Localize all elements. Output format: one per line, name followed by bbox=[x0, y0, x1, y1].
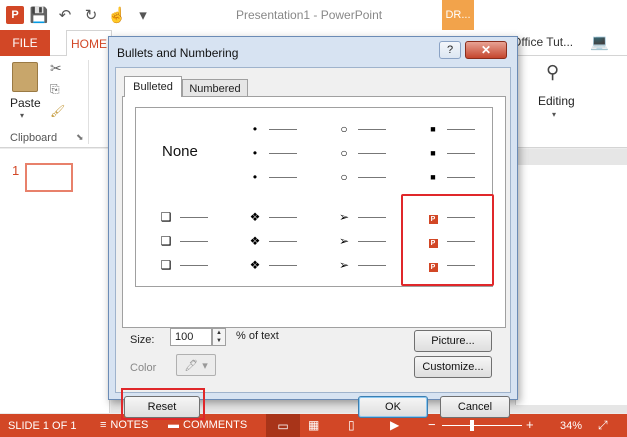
drawing-tools-context-tab[interactable]: DR... bbox=[442, 0, 474, 30]
redo-icon[interactable]: ↻ bbox=[80, 4, 102, 26]
dot-bullet-icon: • bbox=[252, 170, 258, 184]
paint-bucket-icon: 🖊 bbox=[184, 359, 199, 372]
paste-dropdown-icon[interactable]: ▾ bbox=[20, 111, 24, 120]
filled-square-bullet-icon: ■ bbox=[430, 172, 436, 182]
filled-square-bullet-icon: ■ bbox=[430, 124, 436, 134]
normal-view-icon[interactable]: ▭ bbox=[266, 414, 300, 437]
bullet-style-hollow-square[interactable]: ❑ ❑ ❑ bbox=[136, 198, 225, 287]
none-label: None bbox=[162, 143, 198, 160]
office-tutorials-account[interactable]: Office Tut... bbox=[512, 35, 573, 49]
hollow-square-bullet-icon: ❑ bbox=[160, 234, 172, 248]
copy-icon[interactable]: ⎘ bbox=[50, 82, 60, 97]
bullet-style-gallery: None • • • ○ ○ ○ ■ ■ ■ ❑ ❑ ❑ ❖ ❖ ❖ ➢ ➢ ➢… bbox=[135, 107, 494, 287]
bullet-style-dot[interactable]: • • • bbox=[225, 108, 314, 197]
zoom-in-button[interactable]: + bbox=[526, 417, 534, 432]
editing-dropdown-icon[interactable]: ▾ bbox=[552, 110, 556, 119]
paste-icon[interactable] bbox=[12, 62, 38, 92]
slide-sorter-icon[interactable]: ▦ bbox=[308, 418, 319, 432]
editing-button[interactable]: Editing bbox=[538, 94, 575, 108]
quick-access-toolbar: P 💾 ↶ ↻ ☝ ▾ bbox=[6, 4, 154, 26]
hollow-square-bullet-icon: ❑ bbox=[160, 210, 172, 224]
reading-view-icon[interactable]: ▯ bbox=[348, 418, 355, 432]
picture-button[interactable]: Picture... bbox=[414, 330, 492, 352]
cancel-button[interactable]: Cancel bbox=[440, 396, 510, 418]
save-icon[interactable]: 💾 bbox=[28, 4, 50, 26]
slide-number: 1 bbox=[12, 163, 20, 178]
notes-label: NOTES bbox=[110, 419, 149, 431]
status-bar: SLIDE 1 OF 1 ≡ NOTES ▬ COMMENTS ▭ ▦ ▯ ▶ … bbox=[0, 414, 627, 437]
hollow-circle-bullet-icon: ○ bbox=[340, 170, 348, 184]
comments-label: COMMENTS bbox=[183, 419, 248, 431]
chevron-down-icon: ▾ bbox=[202, 359, 208, 372]
hollow-circle-bullet-icon: ○ bbox=[340, 146, 348, 160]
bulleted-tab-panel: None • • • ○ ○ ○ ■ ■ ■ ❑ ❑ ❑ ❖ ❖ ❖ ➢ ➢ ➢… bbox=[122, 96, 506, 328]
arrowhead-bullet-icon: ➢ bbox=[338, 234, 350, 248]
tab-home[interactable]: HOME bbox=[66, 30, 112, 57]
account-icon[interactable]: 💻 bbox=[590, 33, 609, 51]
selected-style-highlight bbox=[401, 194, 494, 286]
spin-down-icon[interactable]: ▼ bbox=[213, 337, 225, 345]
zoom-slider[interactable] bbox=[442, 425, 522, 426]
zoom-out-button[interactable]: − bbox=[428, 417, 436, 432]
size-label: Size: bbox=[130, 334, 155, 346]
color-label: Color bbox=[130, 362, 157, 374]
notes-icon: ≡ bbox=[100, 419, 107, 431]
bullet-style-circle[interactable]: ○ ○ ○ bbox=[314, 108, 403, 197]
cut-icon[interactable]: ✂ bbox=[50, 60, 62, 77]
spin-up-icon[interactable]: ▲ bbox=[213, 329, 225, 337]
slide-thumbnail-pane: 1 bbox=[0, 149, 110, 413]
dot-bullet-icon: • bbox=[252, 146, 258, 160]
zoom-slider-thumb[interactable] bbox=[470, 420, 474, 431]
clipboard-group-label: Clipboard bbox=[10, 132, 58, 144]
powerpoint-logo-icon: P bbox=[6, 6, 24, 24]
size-input[interactable]: 100 bbox=[170, 328, 212, 346]
tab-numbered[interactable]: Numbered bbox=[182, 79, 248, 97]
tab-bulleted[interactable]: Bulleted bbox=[124, 76, 182, 97]
ribbon-divider bbox=[88, 60, 89, 144]
color-picker-button[interactable]: 🖊 ▾ bbox=[176, 354, 216, 376]
touch-mode-icon[interactable]: ☝ bbox=[106, 4, 128, 26]
slide-thumbnail[interactable] bbox=[25, 163, 73, 192]
dialog-title: Bullets and Numbering bbox=[117, 46, 239, 60]
close-button[interactable]: ✕ bbox=[465, 41, 507, 59]
title-bar: P 💾 ↶ ↻ ☝ ▾ Presentation1 - PowerPoint D… bbox=[0, 0, 627, 30]
comments-button[interactable]: ▬ COMMENTS bbox=[168, 419, 247, 431]
undo-icon[interactable]: ↶ bbox=[54, 4, 76, 26]
customize-button[interactable]: Customize... bbox=[414, 356, 492, 378]
filled-square-bullet-icon: ■ bbox=[430, 148, 436, 158]
four-diamond-bullet-icon: ❖ bbox=[249, 234, 261, 248]
ok-button[interactable]: OK bbox=[358, 396, 428, 418]
hollow-circle-bullet-icon: ○ bbox=[340, 122, 348, 136]
bullet-style-none[interactable]: None bbox=[136, 108, 225, 197]
customize-qat-icon[interactable]: ▾ bbox=[132, 4, 154, 26]
bullet-style-square[interactable]: ■ ■ ■ bbox=[403, 108, 492, 197]
format-painter-icon[interactable]: 🖌 bbox=[50, 104, 65, 118]
zoom-level[interactable]: 34% bbox=[560, 420, 582, 432]
binoculars-icon[interactable]: ⚲ bbox=[546, 62, 559, 83]
window-title: Presentation1 - PowerPoint bbox=[236, 8, 383, 22]
slide-show-icon[interactable]: ▶ bbox=[390, 418, 399, 432]
bullet-style-diamond[interactable]: ❖ ❖ ❖ bbox=[225, 198, 314, 287]
reset-button[interactable]: Reset bbox=[124, 396, 200, 418]
percent-of-text-label: % of text bbox=[236, 330, 279, 342]
clipboard-launcher-icon[interactable]: ⬊ bbox=[76, 132, 84, 143]
bullet-style-arrow[interactable]: ➢ ➢ ➢ bbox=[314, 198, 403, 287]
arrowhead-bullet-icon: ➢ bbox=[338, 258, 350, 272]
comments-icon: ▬ bbox=[168, 419, 179, 431]
slide-counter: SLIDE 1 OF 1 bbox=[8, 420, 77, 432]
hollow-square-bullet-icon: ❑ bbox=[160, 258, 172, 272]
dot-bullet-icon: • bbox=[252, 122, 258, 136]
arrowhead-bullet-icon: ➢ bbox=[338, 210, 350, 224]
help-button[interactable]: ? bbox=[439, 41, 461, 59]
dialog-body: Bulleted Numbered None • • • ○ ○ ○ ■ ■ ■… bbox=[115, 67, 511, 420]
paste-button[interactable]: Paste bbox=[10, 96, 41, 110]
four-diamond-bullet-icon: ❖ bbox=[249, 210, 261, 224]
four-diamond-bullet-icon: ❖ bbox=[249, 258, 261, 272]
fit-slide-icon[interactable]: ⤢ bbox=[598, 418, 608, 433]
bullets-numbering-dialog: Bullets and Numbering ? ✕ Bulleted Numbe… bbox=[108, 36, 518, 420]
notes-button[interactable]: ≡ NOTES bbox=[100, 419, 148, 431]
tab-file[interactable]: FILE bbox=[0, 30, 50, 56]
slide-editing-area[interactable] bbox=[515, 165, 627, 405]
size-spinner[interactable]: ▲ ▼ bbox=[212, 328, 226, 346]
